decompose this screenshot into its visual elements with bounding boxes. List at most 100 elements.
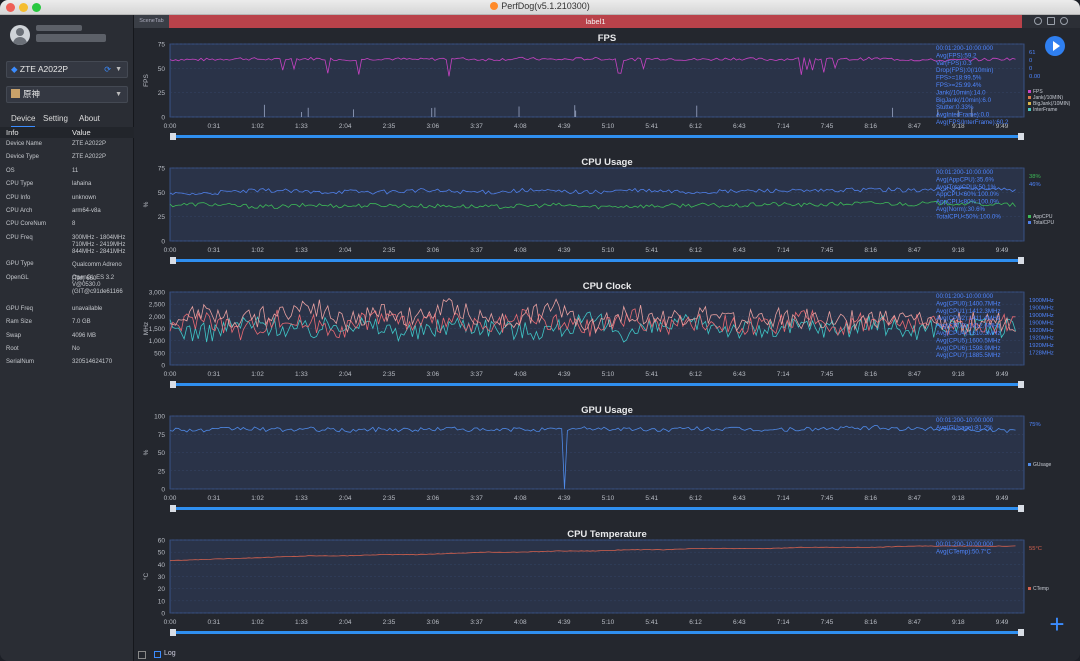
chart-cpu-temperature: CPU Temperature 0 10 20 30 40 50 60 °C 0:00 0:31 1:…: [134, 529, 1080, 653]
current-value: 1920MHz: [1029, 336, 1054, 342]
y-tick-label: 2,500: [149, 302, 166, 309]
x-tick-label: 6:12: [689, 619, 702, 626]
log-label: Log: [164, 650, 176, 657]
slider-handle[interactable]: [170, 629, 176, 636]
x-tick-label: 9:18: [952, 619, 965, 626]
slider-handle[interactable]: [170, 505, 176, 512]
scene-tab[interactable]: SceneTab: [134, 15, 169, 28]
time-range-slider[interactable]: [170, 259, 1024, 262]
stat-line: Avg(TotalCPU):50.1%: [936, 184, 997, 191]
x-tick-label: 0:31: [207, 371, 220, 378]
x-tick-label: 5:10: [602, 123, 615, 130]
y-tick-label: 0: [161, 239, 165, 246]
y-tick-label: 50: [158, 450, 166, 457]
stat-line: 00:01:200-10:00:000: [936, 293, 994, 300]
tab-setting[interactable]: Setting: [43, 112, 68, 126]
info-key: CPU Freq: [6, 234, 33, 241]
y-tick-label: 75: [158, 432, 166, 439]
stat-line: Avg(CPU7):1885.5MHz: [936, 352, 1001, 359]
chevron-down-icon: ▼: [115, 91, 122, 98]
x-tick-label: 0:31: [207, 619, 220, 626]
log-checkbox[interactable]: [154, 651, 161, 658]
time-range-slider[interactable]: [170, 507, 1024, 510]
current-value: 1900MHz: [1029, 321, 1054, 327]
stat-line: FPS>=18:99.5%: [936, 75, 982, 82]
stat-line: Avg(CPU6):1598.9MHz: [936, 345, 1001, 352]
label-tab[interactable]: label1: [169, 15, 1022, 28]
x-tick-label: 1:33: [295, 619, 308, 626]
time-range-slider[interactable]: [170, 135, 1024, 138]
expand-icon[interactable]: [138, 651, 146, 659]
time-range-slider[interactable]: [170, 383, 1024, 386]
add-chart-button[interactable]: +: [1046, 611, 1068, 637]
x-tick-label: 1:02: [251, 247, 264, 254]
play-button[interactable]: [1045, 36, 1065, 56]
current-value: 1920MHz: [1029, 328, 1054, 334]
stat-line: 00:01:200-10:00:000: [936, 169, 994, 176]
stat-line: Avg(GUsage):81.2%: [936, 424, 993, 431]
stat-line: Avg(AppCPU):35.6%: [936, 176, 995, 183]
info-table-header: Info Value: [0, 127, 134, 138]
info-key: Root: [6, 345, 19, 352]
x-tick-label: 1:33: [295, 247, 308, 254]
slider-handle[interactable]: [1018, 381, 1024, 388]
legend-swatch: [1028, 587, 1031, 590]
x-tick-label: 5:10: [602, 619, 615, 626]
x-tick-label: 1:33: [295, 371, 308, 378]
time-range-slider[interactable]: [170, 631, 1024, 634]
x-tick-label: 4:39: [558, 123, 571, 130]
slider-handle[interactable]: [1018, 629, 1024, 636]
x-tick-label: 7:14: [777, 247, 790, 254]
x-tick-label: 0:31: [207, 495, 220, 502]
y-tick-label: 75: [158, 166, 166, 173]
y-tick-label: 25: [158, 90, 166, 97]
slider-handle[interactable]: [170, 133, 176, 140]
chart-svg: 0 500 1,000 1,500 2,000 2,500 3,000 MHz 0:00 0:31…: [143, 290, 1054, 388]
info-value: 300MHz - 1804MHz 710MHz - 2419MHz 844MHz…: [72, 234, 126, 256]
x-tick-label: 3:37: [470, 619, 483, 626]
folder-icon[interactable]: [1047, 17, 1055, 25]
y-tick-label: 25: [158, 468, 166, 475]
y-tick-label: 30: [158, 574, 166, 581]
refresh-icon[interactable]: ⟳: [104, 62, 111, 77]
legend-label: CTemp: [1033, 586, 1049, 592]
info-key: CPU Info: [6, 194, 31, 201]
chart-gpu-usage: GPU Usage 0 25 50 75 100% 0:00 0:31 1:02 1:33 2:04…: [134, 405, 1080, 529]
device-select[interactable]: ◆ ZTE A2022P ▼ ⟳: [6, 61, 128, 78]
x-tick-label: 3:06: [426, 123, 439, 130]
slider-handle[interactable]: [1018, 257, 1024, 264]
cloud-icon[interactable]: [1060, 17, 1068, 25]
stat-line: AvgInterFrame):0.0: [936, 112, 990, 119]
x-tick-label: 6:43: [733, 123, 746, 130]
info-value: unavailable: [72, 305, 103, 312]
app-select[interactable]: 原神 ▼: [6, 86, 128, 103]
info-value: 8: [72, 221, 76, 228]
y-tick-label: 60: [158, 538, 166, 545]
stat-line: Avg(CPU3):1412.6MHz: [936, 323, 1001, 330]
x-tick-label: 7:45: [821, 247, 834, 254]
info-row: CPU Freq 300MHz - 1804MHz 710MHz - 2419MH…: [0, 232, 134, 258]
tab-about[interactable]: About: [79, 112, 100, 126]
y-tick-label: 50: [158, 66, 166, 73]
x-tick-label: 8:47: [908, 371, 921, 378]
info-value: OpenGL ES 3.2 V@0530.0 (GIT@c91de61166: [72, 274, 123, 296]
tab-device[interactable]: Device: [11, 112, 36, 127]
current-value: 61: [1029, 50, 1035, 56]
slider-handle[interactable]: [170, 381, 176, 388]
slider-handle[interactable]: [1018, 133, 1024, 140]
stat-line: Avg(CPU1):1412.3MHz: [936, 308, 1001, 315]
settings-icon[interactable]: [1034, 17, 1042, 25]
x-tick-label: 0:31: [207, 247, 220, 254]
slider-handle[interactable]: [170, 257, 176, 264]
x-tick-label: 3:37: [470, 495, 483, 502]
x-tick-label: 7:14: [777, 123, 790, 130]
username-blurred: [36, 25, 82, 31]
info-key: SerialNum: [6, 359, 35, 366]
slider-handle[interactable]: [1018, 505, 1024, 512]
current-value: 1900MHz: [1029, 313, 1054, 319]
x-tick-label: 9:18: [952, 247, 965, 254]
x-tick-label: 4:08: [514, 619, 527, 626]
legend-label: TotalCPU: [1033, 220, 1055, 226]
y-axis-label: %: [143, 201, 150, 207]
avatar[interactable]: [10, 25, 30, 45]
